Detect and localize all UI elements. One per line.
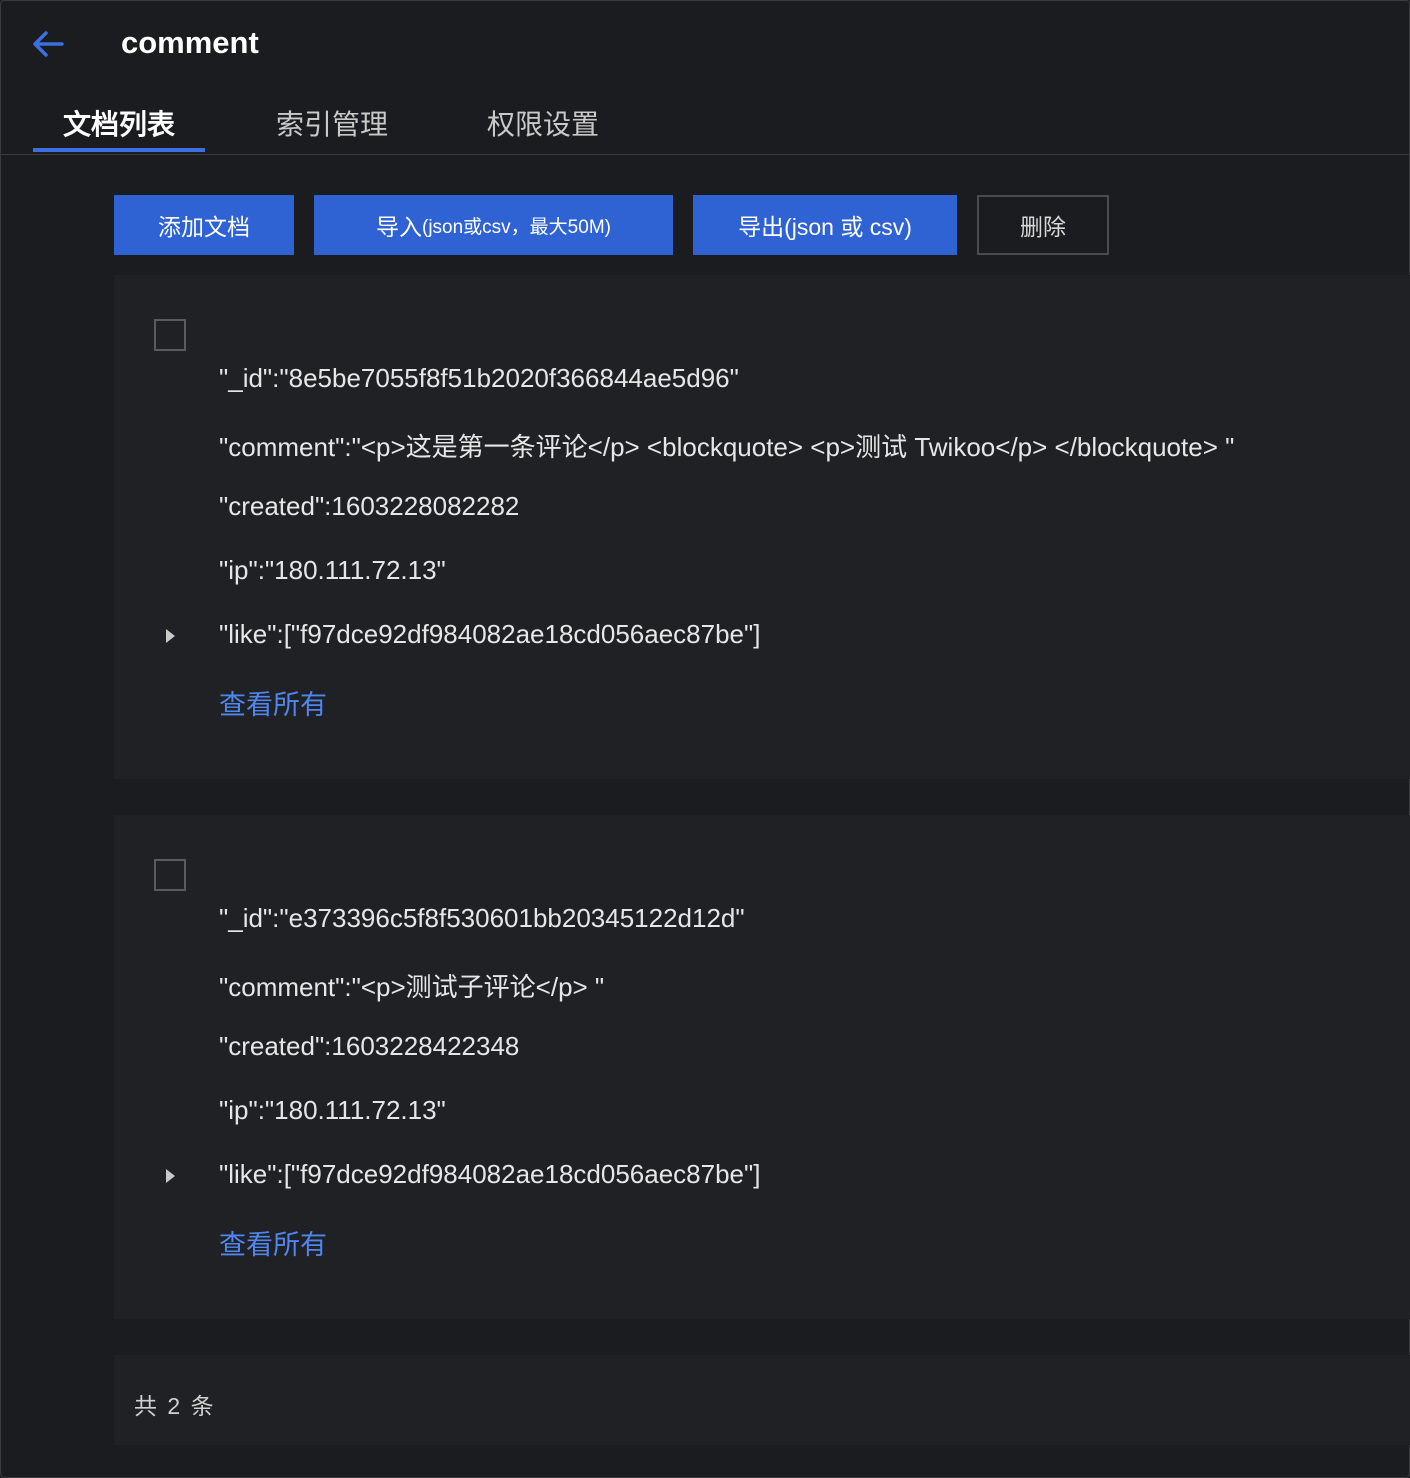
document-checkbox[interactable] <box>154 319 186 351</box>
document-card: "_id":"e373396c5f8f530601bb20345122d12d"… <box>114 815 1410 1319</box>
tab-bar: 文档列表 索引管理 权限设置 <box>1 97 1409 155</box>
active-tab-indicator <box>33 148 205 152</box>
import-label: 导入 <box>376 214 422 240</box>
delete-label: 删除 <box>1020 214 1066 240</box>
window: comment 文档列表 索引管理 权限设置 添加文档 导入 (json或csv… <box>0 0 1410 1478</box>
export-label: 导出(json 或 csv) <box>738 214 912 240</box>
pagination-footer: 共 2 条 <box>114 1355 1410 1445</box>
view-all-link[interactable]: 查看所有 <box>219 683 327 722</box>
back-button[interactable] <box>31 27 65 61</box>
field-comment: "comment":"<p>这是第一条评论</p> <blockquote> <… <box>219 432 1235 462</box>
add-document-label: 添加文档 <box>158 214 250 240</box>
delete-button[interactable]: 删除 <box>977 195 1109 255</box>
tab-document-list[interactable]: 文档列表 <box>63 103 175 153</box>
total-count: 共 2 条 <box>134 1393 216 1419</box>
export-button[interactable]: 导出(json 或 csv) <box>693 195 957 255</box>
import-button[interactable]: 导入 (json或csv，最大50M) <box>314 195 673 255</box>
field-comment: "comment":"<p>测试子评论</p> " <box>219 972 605 1002</box>
view-all-link[interactable]: 查看所有 <box>219 1223 327 1262</box>
field-created: "created":1603228082282 <box>219 491 520 521</box>
field-id: "_id":"8e5be7055f8f51b2020f366844ae5d96" <box>219 363 739 393</box>
field-ip: "ip":"180.111.72.13" <box>219 555 446 585</box>
arrow-left-icon <box>33 31 64 57</box>
page-title: comment <box>121 25 259 60</box>
tab-index-management[interactable]: 索引管理 <box>276 103 388 153</box>
add-document-button[interactable]: 添加文档 <box>114 195 294 255</box>
expand-triangle-icon[interactable] <box>166 629 175 643</box>
field-like: "like":["f97dce92df984082ae18cd056aec87b… <box>219 1159 761 1189</box>
document-checkbox[interactable] <box>154 859 186 891</box>
document-card: "_id":"8e5be7055f8f51b2020f366844ae5d96"… <box>114 275 1410 779</box>
field-created: "created":1603228422348 <box>219 1031 520 1061</box>
field-id: "_id":"e373396c5f8f530601bb20345122d12d" <box>219 903 745 933</box>
field-ip: "ip":"180.111.72.13" <box>219 1095 446 1125</box>
header: comment <box>1 1 1409 87</box>
tab-permission-settings[interactable]: 权限设置 <box>487 103 599 153</box>
import-note: (json或csv，最大50M) <box>422 216 611 238</box>
expand-triangle-icon[interactable] <box>166 1169 175 1183</box>
field-like: "like":["f97dce92df984082ae18cd056aec87b… <box>219 619 761 649</box>
